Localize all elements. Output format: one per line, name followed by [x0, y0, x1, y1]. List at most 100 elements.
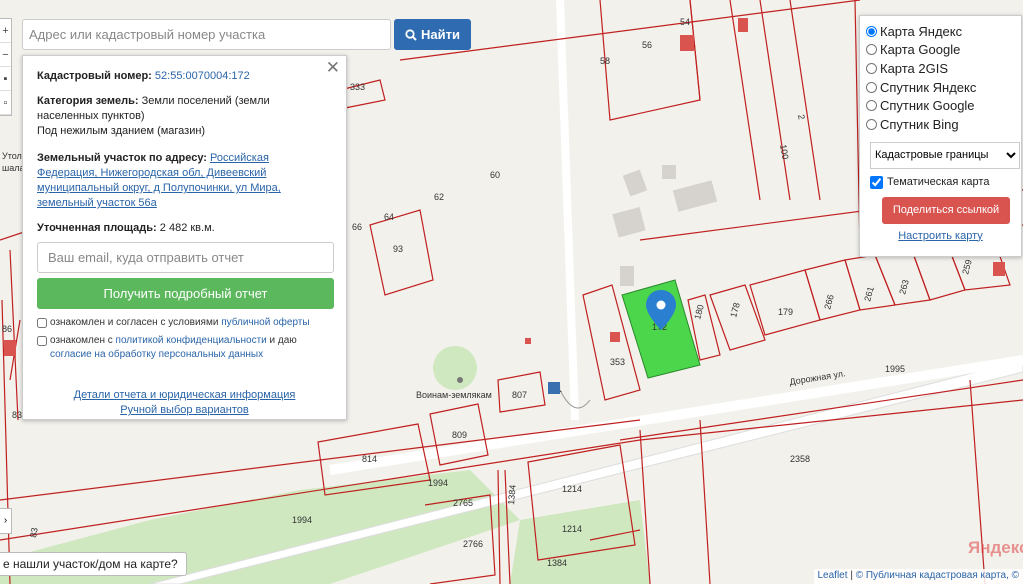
building — [612, 207, 646, 238]
house-icon — [738, 18, 748, 32]
search-button[interactable]: Найти — [394, 19, 471, 50]
not-found-button[interactable]: е нашли участок/дом на карте? — [0, 552, 187, 576]
svg-text:1384: 1384 — [547, 558, 567, 568]
offer-agreement: ознакомлен и согласен с условиями публич… — [37, 316, 332, 330]
address-label: Земельный участок по адресу: — [37, 152, 207, 164]
building — [672, 180, 718, 212]
consent-link[interactable]: согласие на обработку персональных данны… — [50, 349, 263, 360]
map-source-label: Спутник Яндекс — [880, 79, 977, 95]
svg-text:180: 180 — [692, 303, 706, 320]
map-source-radio[interactable] — [866, 44, 877, 56]
area-value: 2 482 кв.м. — [159, 222, 215, 234]
privacy-agreement: ознакомлен с политикой конфиденциальност… — [37, 334, 332, 362]
svg-text:179: 179 — [778, 307, 793, 317]
expand-button[interactable]: › — [0, 508, 12, 534]
svg-text:1214: 1214 — [562, 484, 582, 494]
svg-text:807: 807 — [512, 390, 527, 400]
map-source-radio[interactable] — [866, 25, 877, 37]
close-icon[interactable]: ✕ — [326, 59, 340, 76]
zoom-out-button[interactable]: − — [0, 43, 11, 67]
svg-text:263: 263 — [897, 278, 911, 295]
svg-text:54: 54 — [680, 17, 690, 27]
map-source-label: Карта Яндекс — [880, 23, 963, 39]
get-report-button[interactable]: Получить подробный отчет — [37, 278, 334, 309]
svg-text:259: 259 — [960, 258, 974, 275]
map-layers-panel: Карта Яндекс Карта Google Карта 2GIS Спутни… — [859, 15, 1022, 257]
map-tool-button[interactable]: ▫ — [0, 91, 11, 115]
svg-text:1994: 1994 — [428, 478, 448, 488]
building — [622, 169, 648, 197]
panel-links: Детали отчета и юридическая информация Р… — [37, 388, 332, 418]
land-category-row: Категория земель: Земли поселений (земли… — [37, 94, 332, 139]
zoom-in-button[interactable]: + — [0, 19, 11, 43]
map-source-option[interactable]: Карта Google — [866, 41, 1015, 60]
share-link-button[interactable]: Поделиться ссылкой — [882, 196, 1010, 224]
pkk-link[interactable]: © Публичная кадастровая карта, © — [856, 570, 1019, 581]
privacy-link[interactable]: политикой конфиденциальности — [116, 335, 267, 346]
search-input[interactable] — [22, 19, 391, 50]
svg-text:58: 58 — [600, 56, 610, 66]
address-row: Земельный участок по адресу: Российская … — [37, 151, 332, 211]
usage-value: Под нежилым зданием (магазин) — [37, 125, 206, 137]
area-label: Уточненная площадь: — [37, 222, 157, 234]
bus-stop-icon — [548, 382, 560, 394]
offer-checkbox[interactable] — [37, 318, 47, 328]
house-icon — [993, 262, 1005, 276]
plot-info-panel: ✕ Кадастровый номер: 52:55:0070004:172 К… — [22, 55, 347, 420]
privacy-text-label2: и даю — [269, 335, 297, 346]
thematic-map-label: Тематическая карта — [887, 176, 990, 189]
house-icon — [610, 332, 620, 342]
svg-text:1994: 1994 — [292, 515, 312, 525]
svg-text:83: 83 — [28, 527, 40, 539]
map-source-radio[interactable] — [866, 62, 877, 74]
svg-text:2765: 2765 — [453, 498, 473, 508]
map-source-radio[interactable] — [866, 100, 877, 112]
cadastral-number-row: Кадастровый номер: 52:55:0070004:172 — [37, 69, 332, 84]
privacy-checkbox[interactable] — [37, 336, 47, 346]
map-source-label: Карта Google — [880, 42, 961, 58]
map-source-radio[interactable] — [866, 81, 877, 93]
svg-text:814: 814 — [362, 454, 377, 464]
area-row: Уточненная площадь: 2 482 кв.м. — [37, 221, 332, 236]
map-source-label: Карта 2GIS — [880, 60, 949, 76]
house-icon — [680, 35, 694, 51]
svg-text:261: 261 — [862, 285, 876, 302]
svg-text:266: 266 — [822, 293, 836, 310]
offer-link[interactable]: публичной оферты — [221, 317, 309, 328]
building — [662, 165, 676, 179]
svg-text:2766: 2766 — [463, 539, 483, 549]
email-input[interactable] — [37, 242, 334, 273]
offer-text-label: ознакомлен и согласен с условиями — [50, 317, 219, 328]
map-label: Утол — [2, 151, 22, 161]
svg-text:333: 333 — [350, 82, 365, 92]
map-source-option[interactable]: Карта Яндекс — [866, 22, 1015, 41]
svg-text:1214: 1214 — [562, 524, 582, 534]
map-source-option[interactable]: Спутник Bing — [866, 115, 1015, 134]
map-tool-button[interactable]: ▪ — [0, 67, 11, 91]
map-source-option[interactable]: Спутник Яндекс — [866, 78, 1015, 97]
category-label: Категория земель: — [37, 95, 139, 107]
street-label: Дорожная ул. — [789, 368, 846, 387]
report-details-link[interactable]: Детали отчета и юридическая информация — [37, 388, 332, 403]
svg-text:83: 83 — [12, 410, 22, 420]
configure-map-link[interactable]: Настроить карту — [866, 230, 1015, 242]
svg-text:64: 64 — [384, 212, 394, 222]
cad-label: Кадастровый номер: — [37, 70, 152, 82]
map-source-radio[interactable] — [866, 118, 877, 130]
svg-text:62: 62 — [434, 192, 444, 202]
location-marker-dot — [656, 300, 666, 310]
svg-text:353: 353 — [610, 357, 625, 367]
green-area — [433, 346, 477, 390]
svg-text:66: 66 — [352, 222, 362, 232]
layer-select[interactable]: Кадастровые границы — [870, 141, 1020, 169]
map-source-option[interactable]: Спутник Google — [866, 96, 1015, 115]
leaflet-link[interactable]: Leaflet — [818, 570, 848, 581]
manual-selection-link[interactable]: Ручной выбор вариантов — [37, 403, 332, 418]
yandex-logo: Яндекс — [968, 538, 1023, 557]
cad-number[interactable]: 52:55:0070004:172 — [155, 70, 250, 82]
privacy-text: ознакомлен с политикой конфиденциальност… — [50, 334, 332, 362]
map-source-option[interactable]: Карта 2GIS — [866, 59, 1015, 78]
svg-text:2358: 2358 — [790, 454, 810, 464]
svg-text:178: 178 — [728, 301, 742, 318]
thematic-map-checkbox[interactable] — [870, 175, 883, 189]
